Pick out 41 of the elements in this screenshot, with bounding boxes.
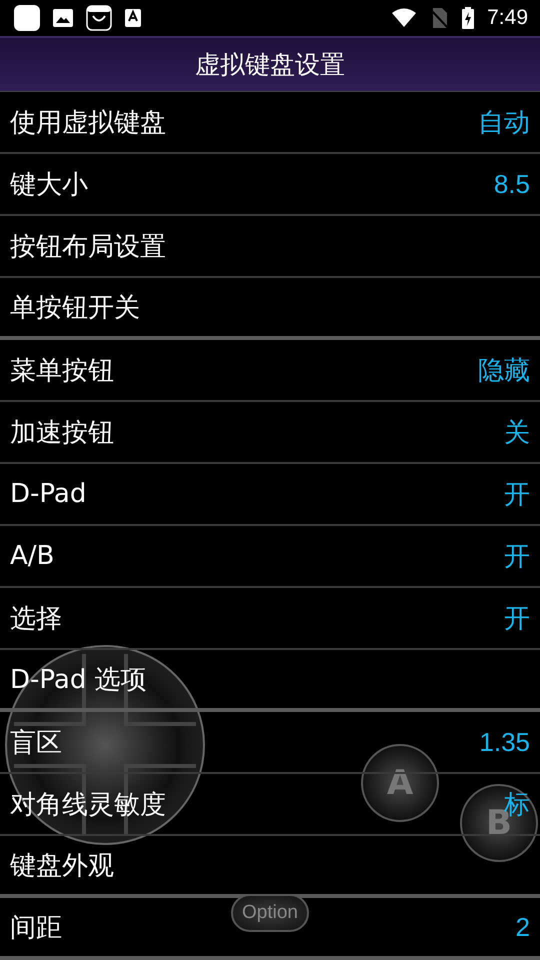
setting-label: D-Pad: [10, 479, 86, 509]
setting-value: 开: [504, 602, 530, 634]
setting-label: D-Pad 选项: [10, 664, 147, 696]
setting-value: 开: [504, 478, 530, 510]
settings-row[interactable]: 单按钮开关: [0, 278, 540, 340]
setting-label: 单按钮开关: [10, 292, 140, 324]
setting-label: A/B: [10, 541, 54, 571]
settings-row[interactable]: 键大小 8.5: [0, 154, 540, 216]
setting-value: 1.35: [479, 726, 530, 758]
settings-row[interactable]: D-Pad 开: [0, 464, 540, 526]
settings-row[interactable]: 菜单按钮 隐藏: [0, 340, 540, 402]
setting-label: 盲区: [10, 726, 62, 760]
settings-row[interactable]: 加速按钮 关: [0, 402, 540, 464]
setting-value: 2: [516, 912, 530, 942]
screen-title: 虚拟键盘设置: [195, 49, 345, 81]
setting-label: 加速按钮: [10, 416, 114, 450]
settings-row[interactable]: A/B 开: [0, 526, 540, 588]
app-notification-icon: [14, 5, 40, 31]
setting-label: 菜单按钮: [10, 354, 114, 388]
wifi-icon: [391, 8, 418, 28]
setting-value: 关: [504, 416, 530, 448]
setting-label: 键大小: [10, 168, 88, 202]
option-button[interactable]: Option: [231, 894, 309, 932]
setting-value: 自动: [478, 106, 530, 138]
setting-label: 间距: [10, 912, 62, 944]
store-icon: [86, 5, 112, 31]
setting-value: 开: [504, 540, 530, 572]
battery-charging-icon: [461, 7, 476, 29]
image-icon: [52, 8, 74, 28]
setting-label: 键盘外观: [10, 850, 114, 882]
setting-value: 隐藏: [478, 354, 530, 386]
setting-label: 使用虚拟键盘: [10, 106, 166, 140]
setting-label: 选择: [10, 602, 62, 636]
setting-label: 对角线灵敏度: [10, 788, 166, 822]
keyboard-notification-icon: [124, 8, 142, 28]
setting-label: 按钮布局设置: [10, 230, 166, 264]
setting-value: 8.5: [494, 168, 530, 200]
settings-row[interactable]: 使用虚拟键盘 自动: [0, 92, 540, 154]
dpad-control[interactable]: [4, 644, 206, 846]
settings-row[interactable]: 按钮布局设置: [0, 216, 540, 278]
clock: 7:49: [487, 6, 528, 30]
